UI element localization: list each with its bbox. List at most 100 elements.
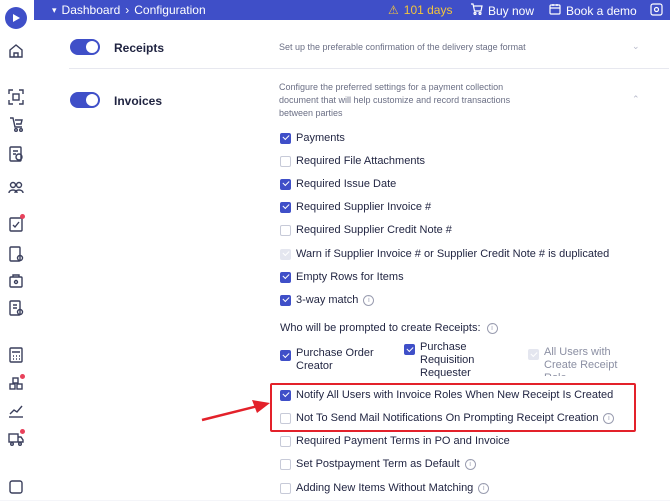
buy-now-label: Buy now — [488, 3, 535, 18]
app-logo[interactable] — [5, 7, 27, 29]
option-required-issue-date[interactable]: Required Issue Date — [280, 178, 396, 190]
info-icon[interactable]: i — [464, 458, 476, 470]
checkbox[interactable] — [280, 224, 291, 236]
breadcrumb-configuration[interactable]: Configuration — [134, 3, 205, 17]
choice-purchase-order-creator[interactable]: Purchase Order Creator — [280, 347, 380, 373]
breadcrumb: ▾ Dashboard › Configuration — [52, 3, 206, 17]
invoice-settings-icon[interactable] — [7, 245, 25, 263]
section-divider — [69, 68, 669, 69]
calendar-icon — [549, 3, 561, 18]
breadcrumb-dashboard[interactable]: Dashboard — [62, 3, 121, 17]
option-three-way-match[interactable]: 3-way match i — [280, 294, 375, 306]
receipts-toggle[interactable] — [70, 39, 100, 55]
option-required-supplier-invoice[interactable]: Required Supplier Invoice # — [280, 201, 431, 213]
checkbox[interactable] — [280, 435, 291, 447]
info-icon[interactable]: i — [603, 412, 615, 424]
chart-icon[interactable] — [7, 402, 25, 420]
warning-icon: ⚠ — [388, 3, 399, 17]
checkbox[interactable] — [404, 344, 415, 355]
chevron-up-icon[interactable]: ⌃ — [632, 94, 640, 105]
receipt-icon[interactable] — [7, 299, 25, 317]
trial-days: 101 days — [403, 3, 453, 17]
checkbox[interactable] — [528, 349, 539, 360]
choice-label: Purchase Order Creator — [296, 347, 374, 372]
option-label: Adding New Items Without Matching — [296, 482, 474, 494]
receipts-title: Receipts — [114, 41, 165, 55]
receipts-description: Set up the preferable confirmation of th… — [279, 42, 526, 52]
checkbox[interactable] — [280, 350, 291, 361]
book-demo-button[interactable]: Book a demo — [549, 3, 637, 18]
home-icon[interactable] — [7, 42, 25, 60]
receipt-prompt-question: Who will be prompted to create Receipts:… — [280, 322, 498, 334]
option-payments[interactable]: Payments — [280, 132, 345, 144]
option-warn-duplicate[interactable]: Warn if Supplier Invoice # or Supplier C… — [280, 248, 609, 260]
scan-icon[interactable] — [7, 88, 25, 106]
checkbox[interactable] — [280, 132, 291, 144]
invoices-toggle[interactable] — [70, 92, 100, 108]
option-label: 3-way match — [296, 294, 359, 306]
invoices-description: Configure the preferred settings for a p… — [279, 82, 511, 118]
checkbox[interactable] — [280, 271, 291, 283]
document-cost-icon[interactable] — [7, 145, 25, 163]
trial-status[interactable]: ⚠ 101 days — [388, 3, 452, 17]
group-icon[interactable] — [7, 178, 25, 196]
invoices-title: Invoices — [114, 94, 163, 108]
cubes-icon[interactable] — [7, 374, 25, 393]
breadcrumb-separator: › — [125, 3, 130, 17]
checkbox[interactable] — [280, 482, 291, 494]
settings-icon[interactable] — [650, 3, 663, 16]
option-required-payment-terms[interactable]: Required Payment Terms in PO and Invoice — [280, 435, 510, 447]
info-icon[interactable]: i — [363, 294, 375, 306]
info-icon[interactable]: i — [478, 482, 490, 494]
info-icon[interactable]: i — [486, 322, 498, 334]
choice-purchase-requisition-requester[interactable]: Purchase Requisition Requester — [404, 341, 490, 380]
box-icon[interactable] — [7, 272, 25, 290]
option-required-file-attachments[interactable]: Required File Attachments — [280, 155, 425, 167]
cart-icon — [470, 3, 483, 18]
option-new-items-without-matching[interactable]: Adding New Items Without Matching i — [280, 482, 490, 494]
truck-icon[interactable] — [7, 429, 25, 448]
option-label: Warn if Supplier Invoice # or Supplier C… — [296, 248, 610, 260]
choice-label: Purchase Requisition Requester — [420, 341, 475, 379]
top-bar: ▾ Dashboard › Configuration ⚠ 101 days B… — [34, 0, 670, 20]
option-label: Required Payment Terms in PO and Invoice — [296, 435, 510, 447]
buy-now-button[interactable]: Buy now — [470, 3, 534, 18]
checklist-icon[interactable] — [7, 214, 25, 233]
chevron-down-icon[interactable]: ⌄ — [632, 41, 640, 52]
book-demo-label: Book a demo — [566, 3, 637, 18]
option-notify-invoice-roles[interactable]: Notify All Users with Invoice Roles When… — [280, 389, 613, 401]
option-label: Notify All Users with Invoice Roles When… — [296, 389, 614, 401]
option-label: Payments — [296, 132, 345, 144]
more-icon[interactable] — [7, 478, 25, 496]
option-label: Required Supplier Invoice # — [296, 201, 432, 213]
calculator-icon[interactable] — [7, 346, 25, 364]
pay-icon[interactable] — [7, 115, 25, 133]
notification-dot — [20, 374, 25, 379]
option-label: Required Supplier Credit Note # — [296, 224, 452, 236]
annotation-arrow-icon — [201, 400, 270, 422]
choice-all-users-create-receipt[interactable]: All Users with Create Receipt Role — [528, 346, 624, 376]
option-label: Required File Attachments — [296, 155, 426, 167]
option-empty-rows[interactable]: Empty Rows for Items — [280, 271, 404, 283]
option-not-send-mail[interactable]: Not To Send Mail Notifications On Prompt… — [280, 412, 615, 424]
option-label: Set Postpayment Term as Default — [296, 458, 460, 470]
option-label: Not To Send Mail Notifications On Prompt… — [296, 412, 599, 424]
checkbox[interactable] — [280, 389, 291, 401]
choice-label: All Users with Create Receipt Role — [544, 346, 618, 376]
checkbox[interactable] — [280, 458, 291, 470]
option-postpayment-default[interactable]: Set Postpayment Term as Default i — [280, 458, 476, 470]
option-label: Required Issue Date — [296, 178, 397, 190]
notification-dot — [20, 214, 25, 219]
option-required-supplier-credit-note[interactable]: Required Supplier Credit Note # — [280, 224, 452, 236]
checkbox[interactable] — [280, 201, 291, 213]
chevron-down-icon[interactable]: ▾ — [52, 5, 57, 16]
checkbox[interactable] — [280, 248, 291, 260]
checkbox[interactable] — [280, 155, 291, 167]
prompt-label: Who will be prompted to create Receipts: — [280, 322, 481, 334]
checkbox[interactable] — [280, 178, 291, 190]
checkbox[interactable] — [280, 412, 291, 424]
notification-dot — [20, 429, 25, 434]
checkbox[interactable] — [280, 294, 291, 306]
sidebar — [0, 0, 35, 500]
option-label: Empty Rows for Items — [296, 271, 404, 283]
